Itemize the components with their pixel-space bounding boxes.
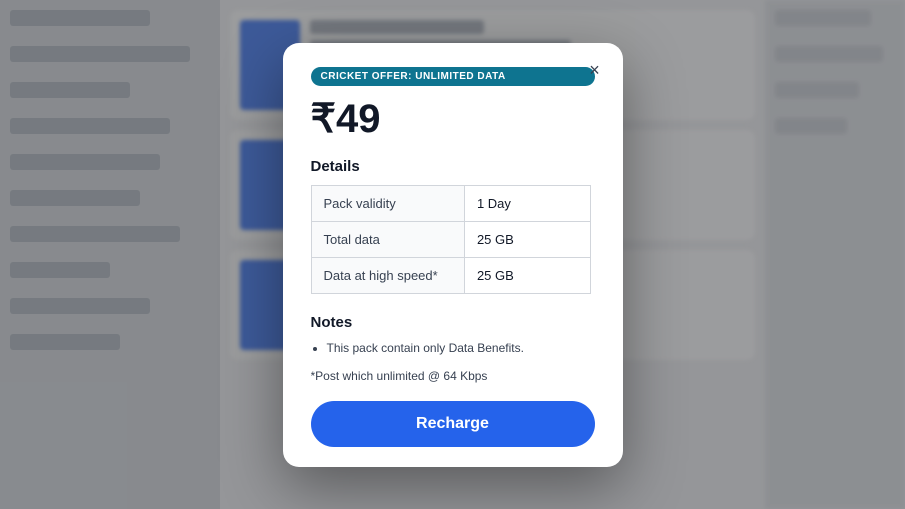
table-row-value: 25 GB <box>464 257 590 293</box>
modal-backdrop: × CRICKET OFFER: UNLIMITED DATA ₹49 Deta… <box>0 0 905 509</box>
plan-price: ₹49 <box>311 96 595 142</box>
table-row-label: Total data <box>311 221 464 257</box>
modal-scrollable-body: Details Pack validity1 DayTotal data25 G… <box>311 158 595 385</box>
details-table: Pack validity1 DayTotal data25 GBData at… <box>311 185 591 294</box>
table-row: Pack validity1 Day <box>311 185 590 221</box>
notes-footnote: *Post which unlimited @ 64 Kbps <box>311 367 591 385</box>
list-item: This pack contain only Data Benefits. <box>327 339 591 357</box>
table-row-label: Data at high speed* <box>311 257 464 293</box>
table-row-value: 1 Day <box>464 185 590 221</box>
table-row: Data at high speed*25 GB <box>311 257 590 293</box>
details-section-title: Details <box>311 158 591 175</box>
table-row-label: Pack validity <box>311 185 464 221</box>
notes-section-title: Notes <box>311 314 591 331</box>
plan-detail-modal: × CRICKET OFFER: UNLIMITED DATA ₹49 Deta… <box>283 43 623 467</box>
table-row: Total data25 GB <box>311 221 590 257</box>
table-row-value: 25 GB <box>464 221 590 257</box>
notes-section: Notes This pack contain only Data Benefi… <box>311 314 591 385</box>
notes-list: This pack contain only Data Benefits. <box>311 339 591 357</box>
close-button[interactable]: × <box>583 59 607 83</box>
recharge-button[interactable]: Recharge <box>311 401 595 447</box>
offer-badge: CRICKET OFFER: UNLIMITED DATA <box>311 67 595 86</box>
